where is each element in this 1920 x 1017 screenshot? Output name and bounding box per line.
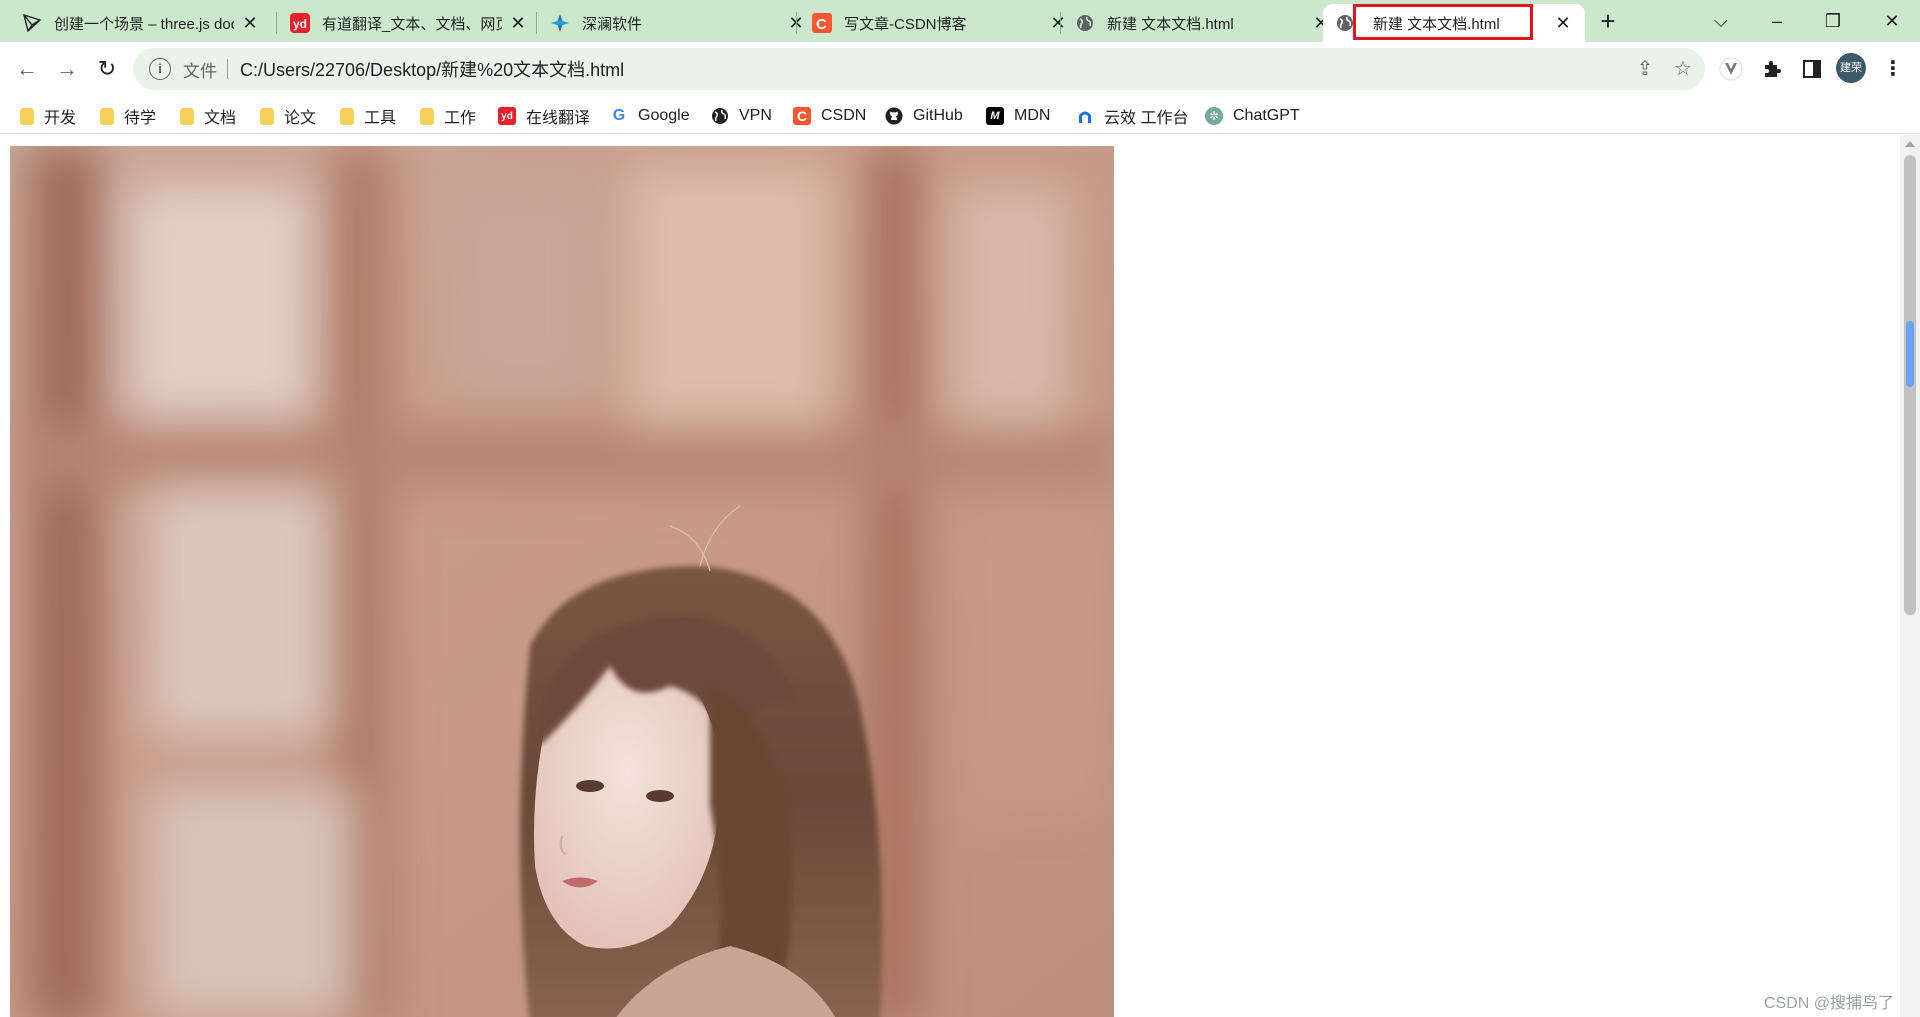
portrait-photo [10, 146, 1114, 1017]
bookmark-label: 云效 工作台 [1104, 110, 1189, 127]
page-content: CSDN @搜捕鸟了 [0, 135, 1900, 1017]
bookmark-label: 工具 [364, 110, 397, 127]
back-arrow-icon[interactable]: ← [12, 54, 42, 84]
bookmark-label: MDN [1014, 107, 1051, 124]
bookmark-yunxiao[interactable]: 云效 工作台 [1076, 104, 1188, 128]
bookmark-folder-docs[interactable]: 文档 [180, 104, 236, 128]
bookmark-google[interactable]: G Google [610, 104, 690, 128]
bookmark-folder-papers[interactable]: 论文 [260, 104, 316, 128]
folder-icon [20, 107, 34, 125]
folder-icon [100, 107, 114, 125]
address-bar[interactable]: i 文件 C:/Users/22706/Desktop/新建%20文本文档.ht… [133, 48, 1705, 90]
tab-youdao[interactable]: yd 有道翻译_文本、文档、网页翻译 ✕ [278, 4, 540, 42]
close-window-icon[interactable]: ✕ [1877, 6, 1907, 36]
profile-avatar[interactable]: 建荣 [1836, 53, 1866, 83]
bookmark-label: 开发 [44, 110, 77, 127]
svg-text:yd: yd [293, 17, 307, 31]
yunxiao-icon [1076, 107, 1094, 125]
google-icon: G [612, 107, 626, 124]
bookmark-folder-work[interactable]: 工作 [420, 104, 476, 128]
bookmark-label: 论文 [284, 110, 317, 127]
bookmark-label: ChatGPT [1233, 107, 1300, 124]
tab-close-icon[interactable]: ✕ [240, 13, 260, 33]
bookmark-label: Google [638, 107, 690, 124]
side-panel-icon[interactable] [1797, 54, 1827, 84]
bookmark-star-icon[interactable]: ☆ [1671, 57, 1695, 81]
tab-strip: 创建一个场景 – three.js docs ✕ yd 有道翻译_文本、文档、网… [0, 0, 1920, 42]
svg-text:C: C [816, 16, 827, 33]
extensions-puzzle-icon[interactable] [1757, 54, 1787, 84]
threejs-icon [22, 13, 42, 33]
tab-separator [1060, 12, 1061, 34]
bookmark-label: 工作 [444, 110, 477, 127]
bookmark-label: VPN [739, 107, 772, 124]
globe-icon [711, 107, 729, 125]
folder-icon [260, 107, 274, 125]
bookmark-label: GitHub [913, 107, 963, 124]
annotation-highlight-box [1353, 4, 1533, 40]
tab-csdn[interactable]: C 写文章-CSDN博客 ✕ [800, 4, 1066, 42]
more-menu-icon[interactable]: ⋮ [1878, 54, 1908, 84]
extension-v-icon[interactable] [1716, 54, 1746, 84]
folder-icon [340, 107, 354, 125]
tab-title: 有道翻译_文本、文档、网页翻译 [322, 15, 502, 33]
folder-icon [420, 107, 434, 125]
bookmark-label: 待学 [124, 110, 157, 127]
bookmark-vpn[interactable]: VPN [711, 104, 772, 128]
tab-threejs[interactable]: 创建一个场景 – three.js docs ✕ [10, 4, 272, 42]
bookmark-github[interactable]: GitHub [885, 104, 963, 128]
bookmark-folder-dev[interactable]: 开发 [20, 104, 76, 128]
tab-close-icon[interactable]: ✕ [508, 13, 528, 33]
bookmarks-bar: 开发 待学 文档 论文 工具 工作 yd 在线翻译 G Google VPN C… [0, 96, 1920, 134]
csdn-watermark: CSDN @搜捕鸟了 [1763, 995, 1894, 1012]
scrollbar-marker [1906, 321, 1914, 387]
tab-srun[interactable]: 深澜软件 ✕ [538, 4, 804, 42]
globe-icon [1075, 13, 1095, 33]
vertical-scrollbar[interactable] [1900, 135, 1920, 1017]
youdao-icon: yd [290, 13, 310, 33]
bookmark-mdn[interactable]: M MDN [986, 104, 1050, 128]
address-url[interactable]: C:/Users/22706/Desktop/新建%20文本文档.html [240, 56, 624, 82]
site-info-icon[interactable]: i [149, 58, 171, 80]
address-divider [227, 59, 228, 79]
browser-window: 创建一个场景 – three.js docs ✕ yd 有道翻译_文本、文档、网… [0, 0, 1920, 1017]
bookmark-folder-tools[interactable]: 工具 [340, 104, 396, 128]
bookmark-chatgpt[interactable]: ✲ ChatGPT [1205, 104, 1300, 128]
tab-html-1[interactable]: 新建 文本文档.html ✕ [1063, 4, 1329, 42]
new-tab-button[interactable]: + [1594, 8, 1622, 36]
reload-icon[interactable]: ↻ [92, 54, 122, 84]
bookmark-youdao[interactable]: yd 在线翻译 [498, 104, 590, 128]
tab-separator [536, 12, 537, 34]
scroll-up-arrow-icon[interactable] [1905, 141, 1915, 147]
csdn-icon: C [812, 13, 832, 33]
globe-icon [1335, 13, 1355, 33]
tab-separator [796, 12, 797, 34]
tab-close-icon[interactable]: ✕ [1553, 13, 1573, 33]
youdao-icon: yd [498, 107, 516, 125]
bookmark-csdn[interactable]: C CSDN [793, 104, 866, 128]
bookmark-label: CSDN [821, 107, 867, 124]
tab-title: 深澜软件 [582, 15, 643, 33]
mdn-icon: M [986, 107, 1004, 125]
minimize-icon[interactable]: – [1762, 6, 1792, 36]
tab-title: 创建一个场景 – three.js docs [54, 15, 234, 33]
tab-separator [276, 12, 277, 34]
bookmark-label: 文档 [204, 110, 237, 127]
address-scheme-label: 文件 [183, 61, 217, 81]
tab-title: 新建 文本文档.html [1107, 15, 1234, 33]
forward-arrow-icon[interactable]: → [52, 54, 82, 84]
tab-search-chevron-down-icon[interactable]: ⌵ [1706, 6, 1736, 36]
tab-title: 写文章-CSDN博客 [844, 15, 967, 33]
bookmark-folder-todo[interactable]: 待学 [100, 104, 156, 128]
bookmark-label: 在线翻译 [526, 110, 591, 127]
srun-icon [550, 13, 570, 33]
chatgpt-icon: ✲ [1205, 107, 1223, 125]
share-icon[interactable]: ⇪ [1633, 57, 1657, 81]
navigation-toolbar: ← → ↻ i 文件 C:/Users/22706/Desktop/新建%20文… [0, 42, 1920, 96]
folder-icon [180, 107, 194, 125]
github-icon [885, 107, 903, 125]
csdn-icon: C [793, 107, 811, 125]
restore-icon[interactable]: ❐ [1818, 6, 1848, 36]
